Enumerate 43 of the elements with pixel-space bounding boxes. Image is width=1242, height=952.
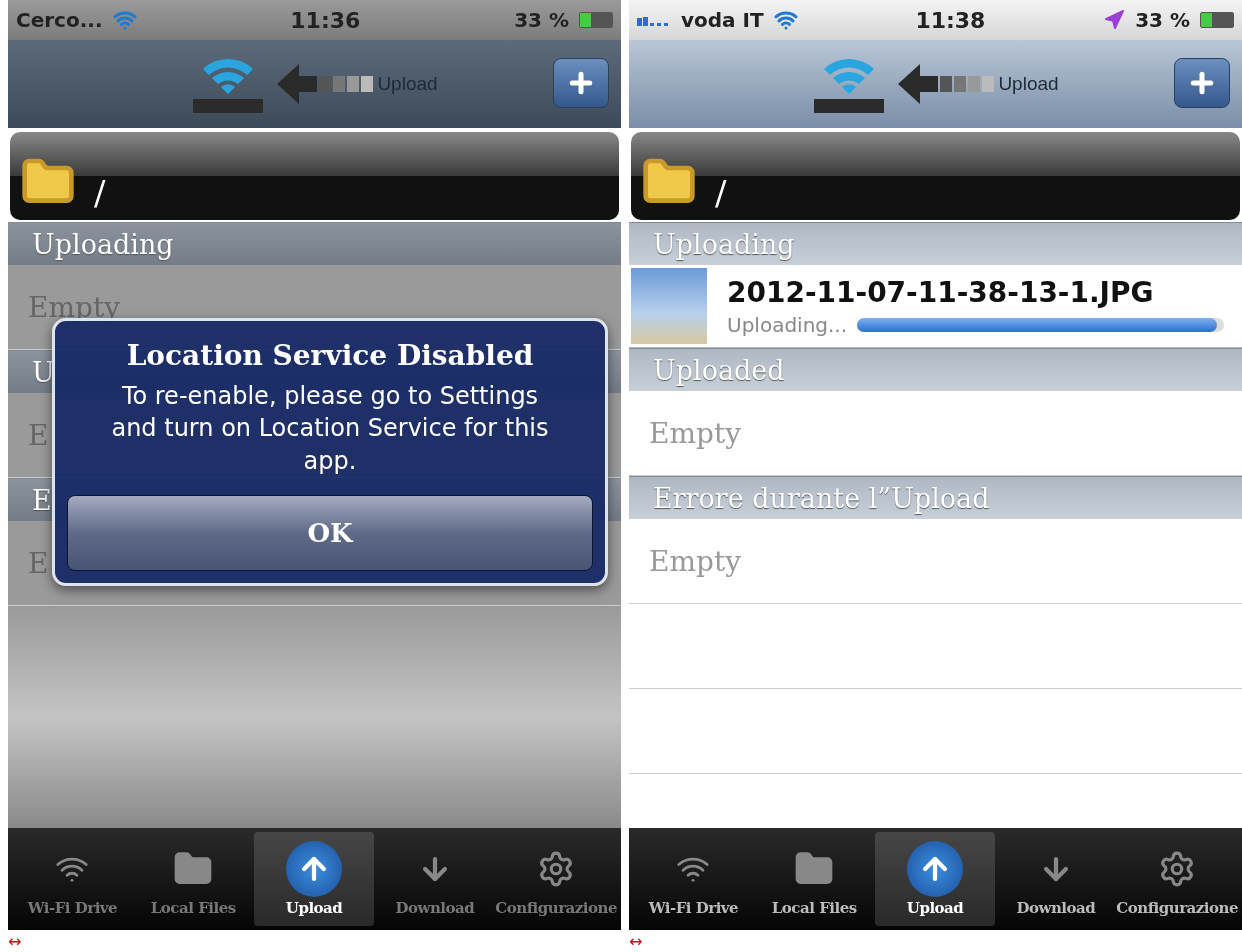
- empty-label: Empty: [649, 544, 741, 578]
- section-title: Uploading: [653, 228, 795, 260]
- section-title: E: [32, 484, 52, 516]
- tab[interactable]: Local Files: [132, 832, 254, 926]
- battery-percent: 33 %: [1135, 8, 1190, 32]
- carrier-name: voda IT: [681, 8, 764, 32]
- alert-message: To re-enable, please go to Settings and turn on Location Service for this app.: [110, 381, 550, 477]
- tab[interactable]: Download: [374, 832, 496, 926]
- file-row[interactable]: 2012-11-07-11-38-13-1.JPG Uploading...: [629, 265, 1242, 348]
- ok-button[interactable]: OK: [67, 495, 593, 572]
- path-text: /: [715, 176, 727, 210]
- add-button[interactable]: [553, 58, 609, 108]
- battery-percent: 33 %: [514, 8, 569, 32]
- tab[interactable]: Configurazione: [495, 832, 617, 926]
- double-arrow-mark: ↔: [8, 934, 22, 950]
- carrier-name: Cerco...: [16, 8, 103, 32]
- section-title: Errore durante l”Upload: [653, 482, 990, 514]
- section-title: Uploaded: [653, 354, 785, 386]
- tab[interactable]: Upload: [253, 832, 375, 926]
- section-title: U: [32, 356, 55, 388]
- location-arrow-icon: [1103, 9, 1126, 31]
- empty-label: Empty: [649, 416, 741, 450]
- left-arrow-icon: [898, 62, 995, 106]
- battery-icon: [579, 12, 613, 28]
- left-arrow-icon: [277, 62, 374, 106]
- section-title: Uploading: [32, 228, 174, 260]
- tab[interactable]: Download: [995, 832, 1117, 926]
- tab[interactable]: Wi-Fi Drive: [633, 832, 754, 926]
- clock-time: 11:38: [914, 7, 987, 33]
- battery-icon: [1200, 12, 1234, 28]
- path-text: /: [94, 176, 106, 210]
- alert-title: Location Service Disabled: [126, 339, 534, 372]
- add-button[interactable]: [1174, 58, 1230, 108]
- signal-icon: [637, 14, 671, 26]
- file-name: 2012-11-07-11-38-13-1.JPG: [727, 275, 1155, 309]
- tab[interactable]: Wi-Fi Drive: [12, 832, 133, 926]
- upload-status: Uploading...: [727, 312, 848, 337]
- tab[interactable]: Local Files: [753, 832, 875, 926]
- tab[interactable]: Upload: [874, 832, 996, 926]
- clock-time: 11:36: [289, 7, 362, 33]
- nav-title: Upload: [998, 73, 1059, 95]
- tab[interactable]: Configurazione: [1116, 832, 1238, 926]
- double-arrow-mark: ↔: [629, 934, 643, 950]
